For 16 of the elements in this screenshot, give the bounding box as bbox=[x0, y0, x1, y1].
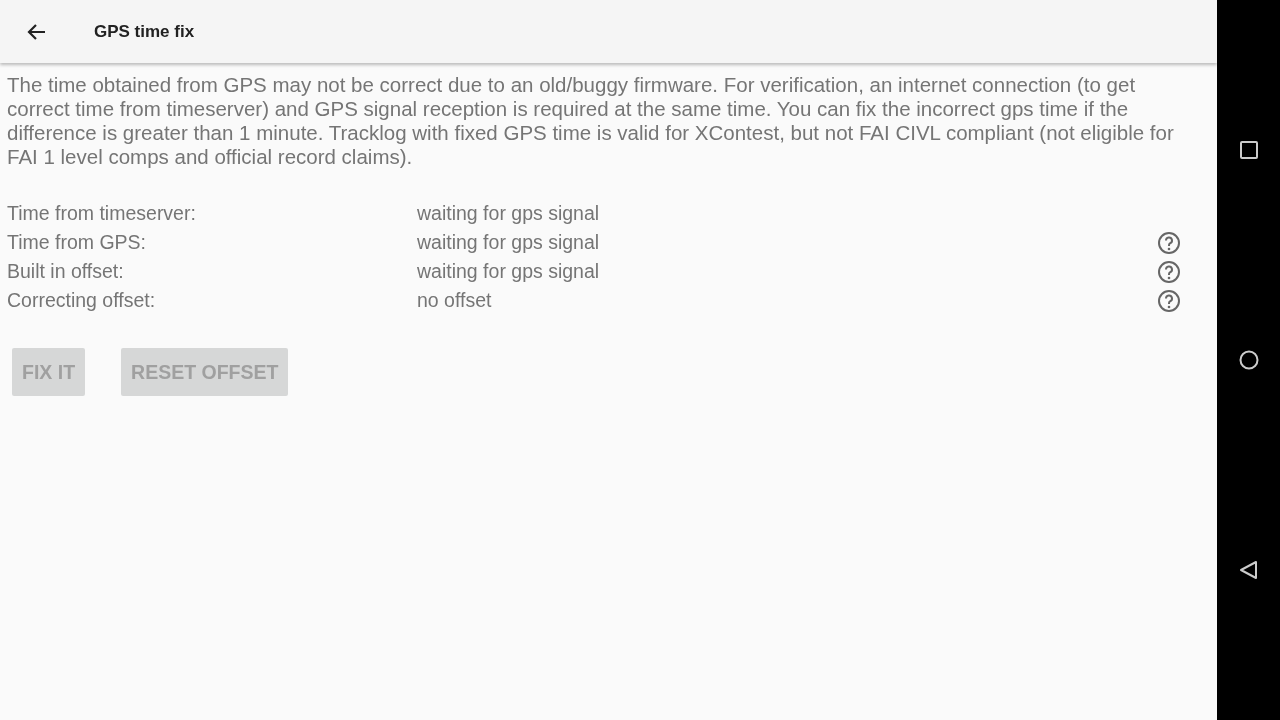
square-icon[interactable] bbox=[1237, 139, 1260, 161]
home-icon[interactable] bbox=[1237, 349, 1260, 371]
description-text: The time obtained from GPS may not be correct due to an old/buggy firmware. For verification, an internet connection (to get correct time from timeserver) and GPS signal reception is required at the same time. You can fix the incorrect gps time if the difference is greater than 1 minute. Tracklog with fixed GPS time is valid for XContest, but not FAI CIVL compliant (not eligible for FAI 1 level comps and official record claims). bbox=[7, 73, 1175, 169]
help-icon[interactable] bbox=[1157, 230, 1181, 255]
field-value: no offset bbox=[417, 289, 493, 312]
field-value: waiting for gps signal bbox=[417, 202, 601, 225]
field-value: waiting for gps signal bbox=[417, 260, 601, 283]
field-value: waiting for gps signal bbox=[417, 231, 601, 254]
field-label: Built in offset: bbox=[7, 260, 125, 283]
help-icon[interactable] bbox=[1157, 288, 1181, 313]
field-label: Time from timeserver: bbox=[7, 202, 197, 225]
help-icon[interactable] bbox=[1157, 259, 1181, 284]
field-label: Correcting offset: bbox=[7, 289, 157, 312]
field-label: Time from GPS: bbox=[7, 231, 148, 254]
screen-title: GPS time fix bbox=[94, 21, 195, 42]
back-triangle-icon[interactable] bbox=[1237, 559, 1260, 581]
